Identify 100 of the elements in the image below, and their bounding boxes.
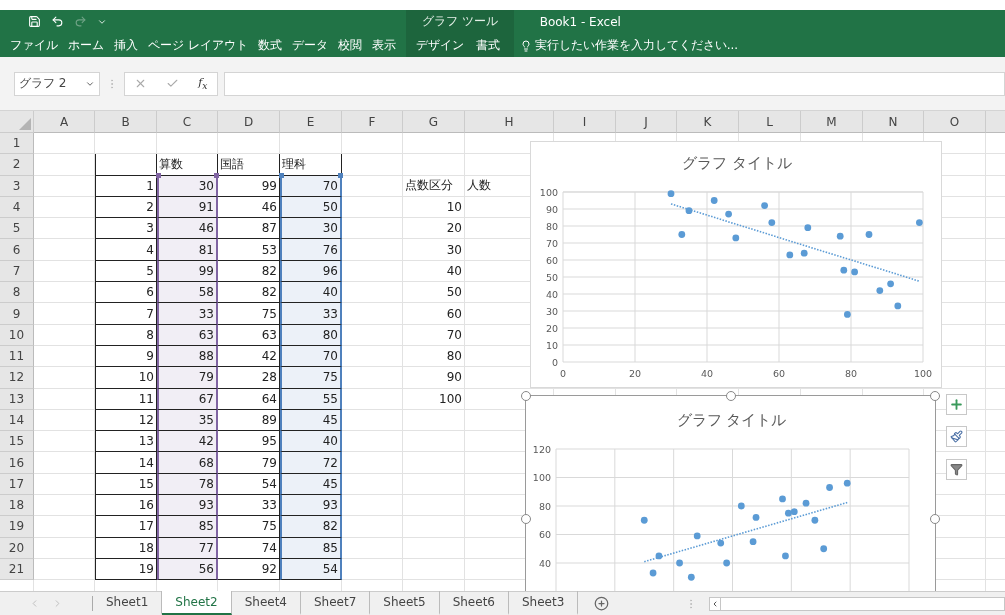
select-all-icon[interactable] <box>19 118 31 130</box>
formula-input[interactable] <box>224 71 1005 96</box>
column-header[interactable]: D <box>218 111 280 133</box>
ribbon-tab[interactable]: ファイル <box>6 37 62 54</box>
ribbon-tab[interactable]: 校閲 <box>333 37 366 54</box>
table-cell: 77 <box>157 537 218 559</box>
scroll-left-icon[interactable] <box>711 599 719 608</box>
horizontal-scrollbar[interactable] <box>709 596 1005 611</box>
undo-icon[interactable] <box>51 15 64 28</box>
sheet-tab[interactable]: Sheet2 <box>162 591 232 615</box>
table-cell: 30 <box>157 175 218 197</box>
data-point <box>752 514 760 521</box>
chart-elements-button[interactable] <box>946 394 967 415</box>
data-point <box>826 484 833 491</box>
row-header[interactable]: 11 <box>0 345 34 368</box>
table-cell: 6 <box>95 282 157 304</box>
column-header[interactable]: H <box>465 111 554 133</box>
range-handle[interactable] <box>214 172 219 178</box>
resize-handle[interactable] <box>521 513 531 524</box>
column-header[interactable]: N <box>863 111 924 133</box>
column-header[interactable]: J <box>616 111 677 133</box>
sheet-tab[interactable]: Sheet7 <box>301 591 371 615</box>
row-header[interactable]: 2 <box>0 154 34 176</box>
sheet-tab[interactable]: Sheet3 <box>508 591 579 615</box>
column-header[interactable]: L <box>739 111 801 133</box>
row-header[interactable]: 14 <box>0 409 34 432</box>
ribbon-tab[interactable]: 表示 <box>367 37 400 54</box>
column-header[interactable]: I <box>554 111 616 133</box>
resize-handle[interactable] <box>725 391 736 401</box>
range-handle[interactable] <box>279 172 284 178</box>
sheet-tab[interactable]: Sheet6 <box>439 591 509 615</box>
table-cell: 99 <box>218 175 280 197</box>
table-cell: 56 <box>157 558 218 581</box>
table-cell: 76 <box>280 239 342 261</box>
table-cell: 50 <box>446 285 462 300</box>
row-header[interactable]: 8 <box>0 282 34 304</box>
redo-icon[interactable] <box>74 15 87 28</box>
row-header[interactable]: 1 <box>0 133 34 155</box>
column-header[interactable]: M <box>801 111 863 133</box>
row-header[interactable]: 7 <box>0 260 34 283</box>
chart-styles-button[interactable] <box>946 426 967 447</box>
enter-icon[interactable] <box>166 77 180 90</box>
insert-function-button[interactable]: f$_{x}$ <box>198 75 208 89</box>
table-cell: 42 <box>157 431 218 453</box>
row-header[interactable]: 20 <box>0 537 34 559</box>
column-header[interactable]: E <box>280 111 342 133</box>
row-header[interactable]: 15 <box>0 431 34 453</box>
ribbon-tab[interactable]: ホーム <box>64 37 108 54</box>
table-cell: 11 <box>95 388 157 410</box>
ribbon-tab[interactable]: 書式 <box>471 37 504 54</box>
row-header[interactable]: 6 <box>0 239 34 261</box>
sheet-tab[interactable]: Sheet5 <box>370 591 440 615</box>
table-cell: 54 <box>280 558 342 581</box>
row-header[interactable]: 3 <box>0 175 34 197</box>
row-header[interactable]: 17 <box>0 473 34 496</box>
ribbon-tab[interactable]: データ <box>287 37 332 54</box>
ribbon-tab[interactable]: 挿入 <box>110 37 142 54</box>
resize-handle[interactable] <box>930 513 940 524</box>
table-cell: 33 <box>280 303 342 325</box>
table-cell: 53 <box>218 239 280 261</box>
tell-me-field[interactable]: 実行したい作業を入力してください... <box>519 37 739 54</box>
row-header[interactable]: 5 <box>0 218 34 240</box>
resize-handle[interactable] <box>930 391 940 401</box>
table-cell: 80 <box>446 349 462 364</box>
column-header[interactable]: K <box>677 111 739 133</box>
sheet-tab[interactable]: Sheet4 <box>231 591 301 615</box>
ribbon-tab[interactable]: 数式 <box>253 37 286 54</box>
save-icon[interactable] <box>28 15 41 28</box>
column-header[interactable]: A <box>34 111 95 133</box>
column-header[interactable]: C <box>157 111 218 133</box>
chart[interactable]: グラフ タイトル 0 10 20 30 40 50 60 70 80 90 100 0 20 40 60 80 100 <box>530 141 942 388</box>
column-header[interactable] <box>986 111 1005 133</box>
column-header[interactable]: B <box>95 111 157 133</box>
column-header[interactable]: O <box>924 111 986 133</box>
axis-tick-label: 60 <box>772 368 786 379</box>
table-cell: 5 <box>95 260 157 283</box>
resize-handle[interactable] <box>521 391 531 401</box>
table-cell: 7 <box>95 303 157 325</box>
chart-filters-button[interactable] <box>946 459 967 480</box>
row-header[interactable]: 19 <box>0 516 34 538</box>
column-header[interactable]: F <box>342 111 403 133</box>
name-box[interactable]: グラフ 2 <box>14 71 100 96</box>
column-header[interactable]: G <box>403 111 465 133</box>
ribbon-tab[interactable]: デザイン <box>411 37 468 54</box>
row-header[interactable]: 18 <box>0 495 34 517</box>
row-header[interactable]: 10 <box>0 324 34 346</box>
row-header[interactable]: 21 <box>0 558 34 581</box>
row-header[interactable]: 4 <box>0 196 34 219</box>
range-handle[interactable] <box>156 172 161 178</box>
table-cell: 50 <box>280 196 342 219</box>
row-header[interactable]: 13 <box>0 388 34 410</box>
table-cell: 54 <box>218 473 280 496</box>
range-handle[interactable] <box>338 172 343 178</box>
table-cell: 95 <box>218 431 280 453</box>
ribbon-tab[interactable]: ページ レイアウト <box>144 37 252 54</box>
table-cell: 72 <box>280 452 342 474</box>
row-header[interactable]: 9 <box>0 303 34 325</box>
table-cell: 63 <box>157 324 218 346</box>
row-header[interactable]: 12 <box>0 367 34 389</box>
row-header[interactable]: 16 <box>0 452 34 474</box>
